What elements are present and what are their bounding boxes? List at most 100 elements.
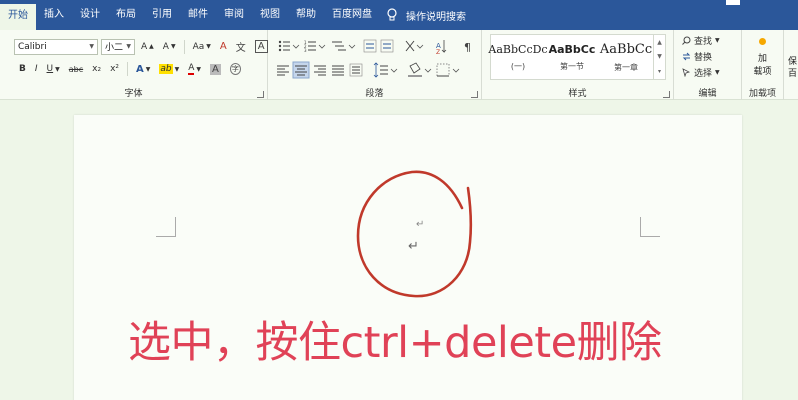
borders-icon[interactable] [436,63,460,77]
font-size-select[interactable]: 小二 ▼ [101,38,135,55]
phonetic-icon: 文 [235,43,246,54]
chevron-down-icon: ▼ [145,65,151,73]
tab-mailings[interactable]: 邮件 [180,0,216,30]
find-label: 查找 [694,36,713,47]
grow-font-button[interactable]: A ▲ [138,41,157,53]
styles-scrollbar[interactable]: ▲ ▼ ▾ [653,35,665,79]
enclose-char-icon: 字 [229,63,241,75]
text-effects-button[interactable]: A ▼ [133,63,153,76]
font-name-select[interactable]: Calibri ▼ [14,38,98,55]
crop-mark-top-left [156,217,176,237]
styles-gallery: AaBbCcDc (一) AaBbCc 第一节 AaBbCc 第一章 ▲ ▼ ▾ [488,34,666,80]
chevron-down-icon: ▼ [715,36,720,44]
strikethrough-button[interactable]: abc [66,64,86,75]
editing-group-label: 编辑 [698,89,717,99]
addin-icon [759,38,766,45]
crop-mark-top-right [640,217,660,237]
subscript-button[interactable]: x₂ [89,63,104,75]
tab-help[interactable]: 帮助 [288,0,324,30]
cursor-arrow-icon [682,67,691,77]
increase-indent-icon[interactable] [380,39,394,53]
chevron-down-icon: ▼ [126,43,131,50]
select-label: 选择 [694,68,713,79]
clipped-label-2: 百 [788,69,798,79]
svg-text:¶: ¶ [464,41,471,54]
dialog-launcher-icon[interactable]: . [663,91,670,98]
distributed-icon[interactable] [349,63,363,77]
caret-up-icon: ▲ [149,43,154,50]
style-name: 第一章 [614,62,638,72]
scroll-up-icon[interactable]: ▲ [657,39,662,46]
asian-layout-icon[interactable] [405,40,424,52]
tab-view[interactable]: 视图 [252,0,288,30]
char-border-icon: A [254,40,268,53]
tab-references[interactable]: 引用 [144,0,180,30]
chevron-down-icon: ▼ [55,65,60,73]
tell-me-search[interactable]: 操作说明搜索 [386,8,466,23]
bullets-icon[interactable] [278,40,300,52]
align-center-icon[interactable] [292,61,310,79]
style-sample: AaBbCcDc [488,42,548,56]
find-button[interactable]: 查找 ▼ [682,32,720,48]
tell-me-label: 操作说明搜索 [406,11,466,23]
text-effect-icon: A [136,63,144,75]
tab-insert[interactable]: 插入 [36,0,72,30]
style-item-chapter[interactable]: AaBbCc 第一章 [599,35,653,79]
sort-icon[interactable]: AZ [436,40,447,56]
more-styles-icon[interactable]: ▾ [658,68,661,75]
show-hide-marks-icon[interactable]: ¶ [464,41,471,54]
style-sample: AaBbCc [548,42,596,56]
addins-button[interactable]: 加 载项 [742,38,783,77]
ribbon: Calibri ▼ 小二 ▼ A ▲ A ▼ Aa ▼ A 文 A B I U ▼ ab… [0,30,798,100]
style-name: 第一节 [560,61,584,71]
italic-button[interactable]: I [32,63,41,75]
svg-text:3: 3 [304,48,307,53]
select-button[interactable]: 选择 ▼ [682,64,720,80]
style-item-section[interactable]: AaBbCc 第一节 [545,35,599,79]
clear-formatting-button[interactable]: A [217,40,230,53]
scroll-down-icon[interactable]: ▼ [657,53,662,60]
shading-icon[interactable] [408,62,432,77]
font-size-value: 小二 [105,43,124,53]
underline-button[interactable]: U ▼ [44,63,63,75]
superscript-button[interactable]: x² [107,63,122,75]
font-color-icon: A [188,62,195,75]
replace-button[interactable]: 替换 [682,48,720,64]
paragraph-controls: 1 2 3 AZ ¶ [277,39,471,79]
style-name: (一) [510,61,526,71]
shrink-font-button[interactable]: A ▼ [160,41,179,53]
addins-button-line2: 载项 [753,67,772,77]
red-circle-annotation [356,170,473,298]
dialog-launcher-icon[interactable]: . [471,91,478,98]
tab-design[interactable]: 设计 [72,0,108,30]
chevron-down-icon: ▼ [174,65,180,73]
multilevel-list-icon[interactable] [332,41,356,51]
tab-review[interactable]: 审阅 [216,0,252,30]
style-item-heading-yi[interactable]: AaBbCcDc (一) [488,35,548,79]
clipped-label-1: 保 [788,57,798,67]
enclose-characters-button[interactable]: 字 [227,62,244,76]
paragraph-group-label: 段落 [365,89,384,99]
replace-label: 替换 [694,52,713,63]
align-left-icon[interactable] [277,65,289,76]
addins-group-label: 加载项 [748,89,776,99]
styles-group-label: 样式 [568,89,587,99]
tab-layout[interactable]: 布局 [108,0,144,30]
menu-bar: 开始 插入 设计 布局 引用 邮件 审阅 视图 帮助 百度网盘 操作说明搜索 [0,0,798,30]
tab-home[interactable]: 开始 [0,4,36,30]
phonetic-guide-button[interactable]: 文 [233,38,249,55]
decrease-indent-icon[interactable] [363,39,377,53]
align-right-icon[interactable] [314,65,326,76]
bold-button[interactable]: B [16,63,29,75]
chevron-down-icon: ▼ [89,43,94,50]
highlight-button[interactable]: ab ▼ [156,63,182,75]
font-color-button[interactable]: A ▼ [185,63,204,76]
tab-baidu-netdisk[interactable]: 百度网盘 [324,0,380,30]
dialog-launcher-icon[interactable]: . [257,91,264,98]
numbering-icon[interactable]: 1 2 3 [304,40,326,53]
change-case-glyph: Aa [192,41,205,52]
line-spacing-icon[interactable] [373,62,398,78]
character-shading-button[interactable]: A [207,63,224,76]
justify-icon[interactable] [332,65,344,76]
change-case-button[interactable]: Aa ▼ [190,41,214,53]
